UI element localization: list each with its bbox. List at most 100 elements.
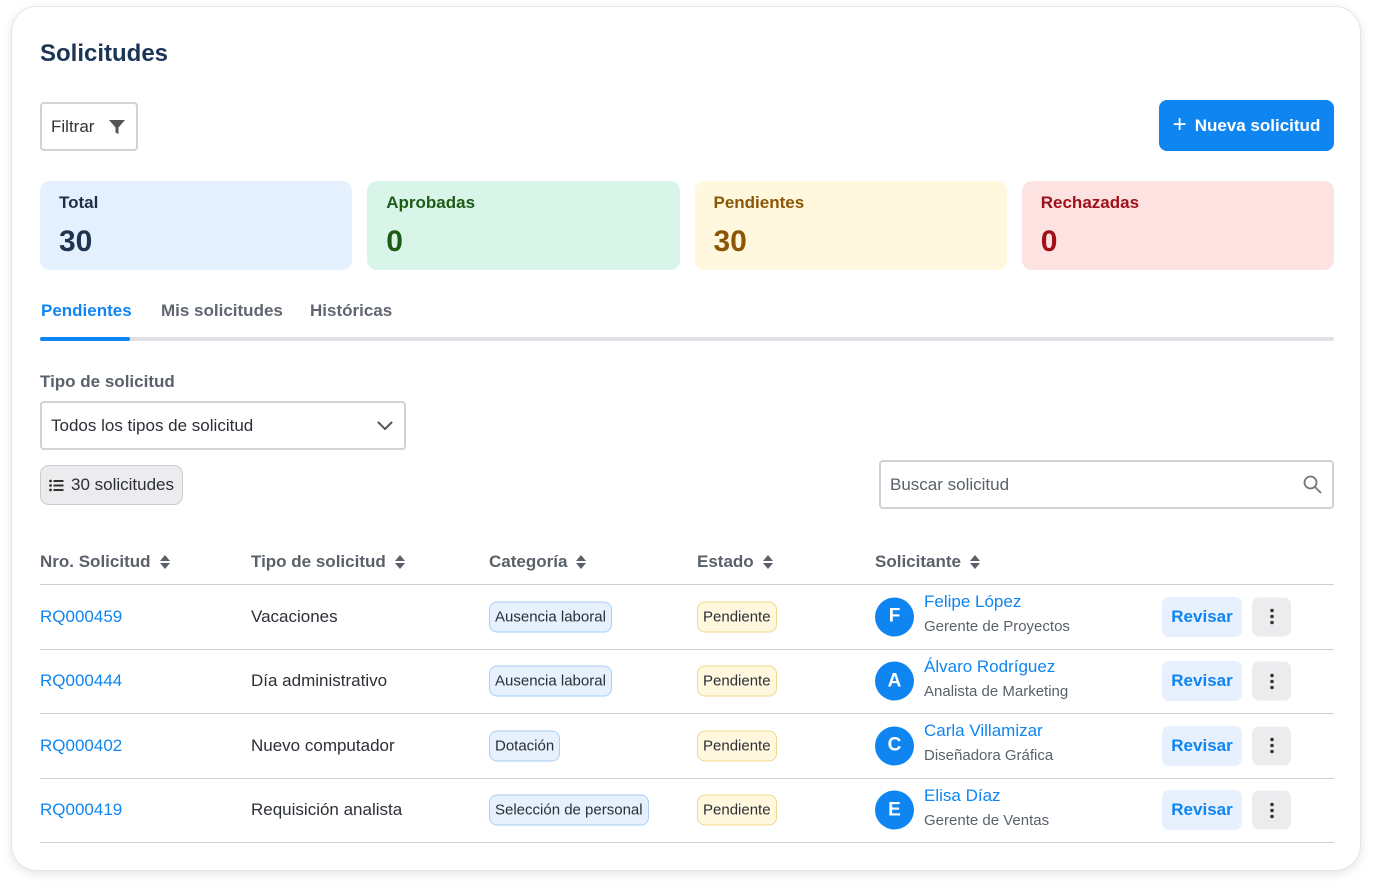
- tab-mis-solicitudes[interactable]: Mis solicitudes: [161, 301, 283, 321]
- requester-name-link[interactable]: Felipe López: [924, 592, 1070, 612]
- more-vertical-icon: [1269, 802, 1274, 819]
- requester-name-link[interactable]: Álvaro Rodríguez: [924, 657, 1068, 677]
- request-id-link[interactable]: RQ000459: [40, 607, 122, 627]
- request-type-label: Tipo de solicitud: [40, 372, 175, 391]
- tabs: Pendientes Mis solicitudes Históricas: [40, 301, 1334, 342]
- filter-button-label: Filtrar: [51, 116, 95, 136]
- review-button[interactable]: Revisar: [1162, 661, 1242, 702]
- column-header-label: Solicitante: [875, 552, 961, 571]
- request-type-select[interactable]: Todos los tipos de solicitud: [40, 401, 406, 450]
- status-badge: Pendiente: [697, 730, 777, 762]
- stat-label: Aprobadas: [386, 193, 476, 212]
- category-badge: Ausencia laboral: [489, 665, 612, 697]
- column-header-label: Tipo de solicitud: [251, 552, 386, 571]
- requester-role: Gerente de Ventas: [924, 811, 1050, 829]
- stat-label: Rechazadas: [1040, 193, 1140, 212]
- review-button[interactable]: Revisar: [1162, 596, 1242, 637]
- category-badge: Ausencia laboral: [489, 601, 612, 633]
- requests-count-label: 30 solicitudes: [71, 475, 175, 494]
- request-id-link[interactable]: RQ000444: [40, 671, 122, 691]
- requests-count-chip: 30 solicitudes: [40, 465, 183, 505]
- search-box: [879, 460, 1334, 509]
- sort-icon: [969, 555, 980, 569]
- list-icon: [49, 479, 64, 491]
- avatar: F: [875, 597, 914, 637]
- sort-icon: [762, 555, 773, 569]
- tab-active-indicator: [40, 337, 130, 341]
- stat-value: 0: [1040, 225, 1058, 258]
- column-header-label: Nro. Solicitud: [40, 552, 151, 571]
- more-options-button[interactable]: [1252, 790, 1291, 830]
- search-icon[interactable]: [1303, 475, 1322, 494]
- requester-name-link[interactable]: Elisa Díaz: [924, 786, 1049, 806]
- requester-info: Carla Villamizar Diseñadora Gráfica: [924, 721, 1053, 764]
- stat-label: Pendientes: [713, 193, 805, 212]
- requester-info: Elisa Díaz Gerente de Ventas: [924, 786, 1049, 829]
- avatar: A: [875, 661, 914, 701]
- column-header-tipo[interactable]: Tipo de solicitud: [251, 552, 405, 572]
- page-title: Solicitudes: [40, 40, 169, 67]
- column-header-estado[interactable]: Estado: [697, 552, 773, 572]
- table-row: RQ000459 Vacaciones Ausencia laboral Pen…: [40, 585, 1334, 650]
- requester-name-link[interactable]: Carla Villamizar: [924, 721, 1053, 741]
- more-vertical-icon: [1269, 737, 1274, 754]
- tabs-track: [40, 337, 1334, 341]
- category-badge: Dotación: [489, 730, 561, 762]
- more-options-button[interactable]: [1252, 597, 1291, 637]
- stat-label: Total: [59, 193, 99, 212]
- column-header-solicitante[interactable]: Solicitante: [875, 552, 980, 572]
- sort-icon: [394, 555, 405, 569]
- request-type-value: Todos los tipos de solicitud: [51, 415, 254, 435]
- status-badge: Pendiente: [697, 665, 777, 697]
- column-header-label: Estado: [697, 552, 754, 571]
- table-row: RQ000419 Requisición analista Selección …: [40, 779, 1334, 843]
- stat-value: 30: [59, 225, 93, 258]
- requests-table: Nro. Solicitud Tipo de solicitud Categor…: [40, 542, 1334, 843]
- request-type-cell: Nuevo computador: [251, 735, 395, 755]
- stat-card-approved: Aprobadas 0: [367, 181, 680, 270]
- new-request-button[interactable]: + Nueva solicitud: [1159, 100, 1334, 151]
- tab-pendientes[interactable]: Pendientes: [41, 301, 132, 321]
- chevron-down-icon: [377, 421, 393, 430]
- sort-icon: [159, 555, 170, 569]
- stat-value: 30: [713, 225, 747, 258]
- status-badge: Pendiente: [697, 794, 777, 826]
- request-type-cell: Día administrativo: [251, 671, 388, 691]
- review-button[interactable]: Revisar: [1162, 725, 1242, 766]
- avatar: E: [875, 790, 914, 830]
- status-badge: Pendiente: [697, 601, 777, 633]
- request-id-link[interactable]: RQ000419: [40, 800, 122, 820]
- tab-historicas[interactable]: Históricas: [310, 301, 392, 321]
- sort-icon: [576, 555, 587, 569]
- request-type-cell: Requisición analista: [251, 800, 403, 820]
- column-header-nro[interactable]: Nro. Solicitud: [40, 552, 170, 572]
- column-header-label: Categoría: [489, 552, 568, 571]
- search-input[interactable]: [890, 474, 1270, 495]
- stat-card-pending: Pendientes 30: [694, 181, 1007, 270]
- stat-card-total: Total 30: [40, 181, 353, 270]
- stat-card-rejected: Rechazadas 0: [1021, 181, 1334, 270]
- stat-value: 0: [386, 225, 403, 258]
- category-badge: Selección de personal: [489, 794, 649, 826]
- avatar: C: [875, 726, 914, 766]
- request-id-link[interactable]: RQ000402: [40, 736, 122, 756]
- new-request-label: Nueva solicitud: [1194, 115, 1321, 135]
- more-options-button[interactable]: [1252, 726, 1291, 766]
- requests-panel: Solicitudes Filtrar + Nueva solicitud To…: [11, 6, 1361, 871]
- table-row: RQ000402 Nuevo computador Dotación Pendi…: [40, 714, 1334, 779]
- table-row: RQ000444 Día administrativo Ausencia lab…: [40, 650, 1334, 714]
- review-button[interactable]: Revisar: [1162, 790, 1242, 831]
- more-vertical-icon: [1269, 673, 1274, 690]
- more-vertical-icon: [1269, 608, 1274, 625]
- stats-row: Total 30 Aprobadas 0 Pendientes 30 Recha…: [40, 181, 1334, 270]
- requester-info: Felipe López Gerente de Proyectos: [924, 592, 1070, 635]
- filter-icon: [109, 119, 126, 134]
- column-header-categoria[interactable]: Categoría: [489, 552, 587, 572]
- requester-info: Álvaro Rodríguez Analista de Marketing: [924, 657, 1068, 700]
- requester-role: Gerente de Proyectos: [924, 618, 1070, 635]
- more-options-button[interactable]: [1252, 661, 1291, 701]
- table-header: Nro. Solicitud Tipo de solicitud Categor…: [40, 542, 1334, 585]
- requester-role: Analista de Marketing: [924, 682, 1069, 700]
- filter-button[interactable]: Filtrar: [40, 102, 138, 151]
- plus-icon: +: [1172, 110, 1187, 138]
